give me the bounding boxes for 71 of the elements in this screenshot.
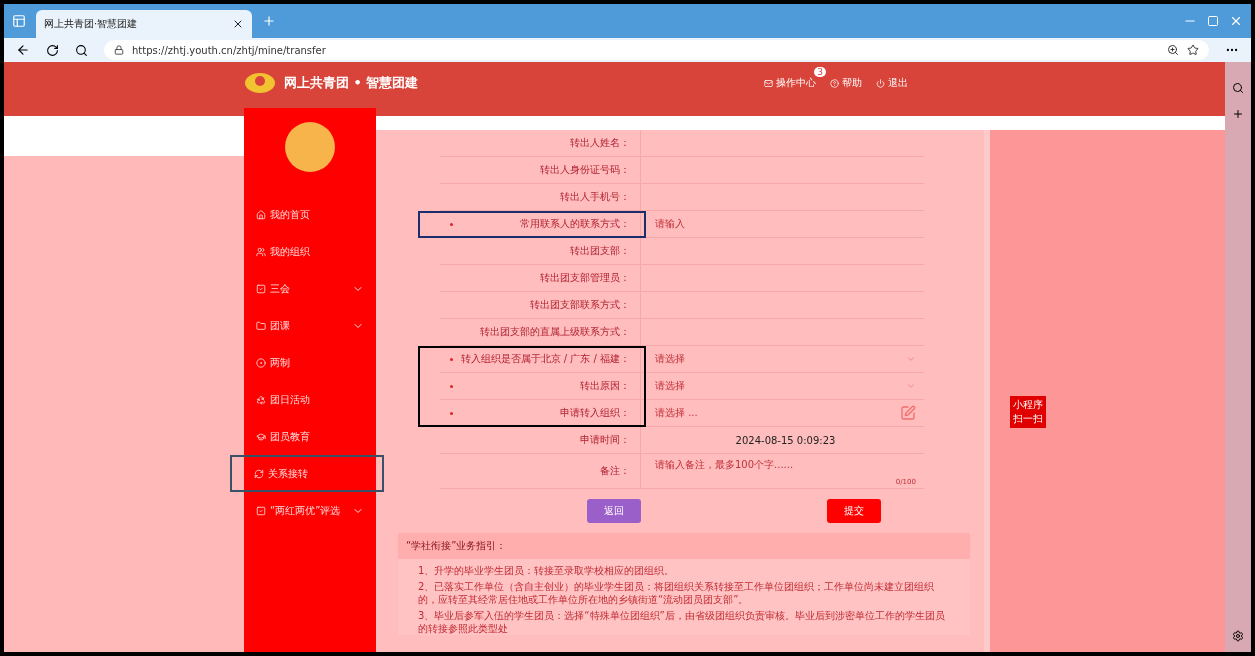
zoom-icon[interactable] (1167, 44, 1179, 56)
target-icon (256, 357, 266, 368)
textarea-field[interactable]: 请输入备注，最多100个字...... (655, 458, 916, 472)
check-icon (256, 505, 266, 516)
guide-item: 1、升学的毕业学生团员：转接至录取学校相应的团组织。 (418, 564, 676, 577)
sidebar-item[interactable]: 我的组织 (244, 233, 376, 270)
chevron-down-icon (906, 381, 916, 391)
guide-title: “学社衔接”业务指引： (398, 533, 970, 559)
field-label: 转入组织是否属于北京 / 广东 / 福建： (459, 352, 630, 366)
close-window-icon[interactable] (1229, 14, 1243, 28)
sidebar-item[interactable]: 团日活动 (244, 381, 376, 418)
field-label: 转出团支部的直属上级联系方式： (479, 325, 630, 339)
site-logo-text: 网上共青团 • 智慧团建 (284, 74, 419, 92)
field-label: 常用联系人的联系方式： (519, 217, 630, 231)
help-icon (830, 78, 839, 88)
exit-icon (876, 78, 885, 88)
close-icon[interactable] (232, 18, 244, 30)
field-label: 转出团支部： (569, 244, 630, 258)
header-link[interactable]: 操作中心 (764, 76, 816, 90)
reload-icon[interactable] (46, 43, 59, 57)
mail-icon (764, 78, 773, 88)
sidebar-item[interactable]: “两红两优”评选 (244, 492, 376, 529)
count-badge: 3 (814, 67, 826, 77)
sidebar-item[interactable]: 团员教育 (244, 418, 376, 455)
submit-button[interactable]: 提交 (827, 499, 881, 523)
maximize-icon[interactable] (1207, 15, 1219, 27)
field-label: 申请转入组织： (559, 406, 630, 420)
mini-program-badge[interactable]: 小程序 扫一扫 (1010, 396, 1046, 428)
home-icon (256, 209, 266, 220)
add-icon[interactable] (1232, 108, 1244, 120)
avatar-circle (285, 122, 335, 172)
field-label: 转出团支部管理员： (539, 271, 630, 285)
field-label: 备注： (599, 464, 630, 478)
back-button[interactable]: 返回 (587, 499, 641, 523)
header-link[interactable]: 退出 (876, 76, 908, 90)
browser-tab[interactable]: 网上共青团·智慧团建 (36, 10, 252, 38)
settings-icon[interactable] (1232, 630, 1244, 642)
sidebar-item[interactable]: 关系接转 (230, 455, 384, 492)
search-icon[interactable] (1232, 82, 1244, 94)
tab-actions-icon[interactable] (12, 14, 26, 28)
field-label: 转出原因： (579, 379, 630, 393)
star-icon[interactable] (1187, 44, 1199, 56)
emblem-icon (244, 72, 276, 94)
search-icon[interactable] (75, 43, 88, 57)
users-icon (256, 246, 266, 257)
sidebar-item[interactable]: 团课 (244, 307, 376, 344)
folder-icon (256, 320, 266, 331)
guide-item: 2、已落实工作单位（含自主创业）的毕业学生团员：将团组织关系转接至工作单位团组织；工作单位尚未建立团组织的，应转至其经常居住地或工作单位所在地的乡镇街道“流动团员团支部”。 (418, 580, 936, 606)
recycle-icon (256, 394, 266, 405)
refresh-icon (254, 468, 264, 479)
input-field[interactable]: 请输入 (655, 217, 916, 231)
select-field[interactable]: 请选择 (655, 352, 906, 366)
select-field[interactable]: 请选择 (655, 379, 906, 393)
picker-field[interactable]: 请选择 ... (655, 406, 900, 420)
check-icon (256, 283, 266, 294)
field-label: 转出人身份证号码： (539, 163, 630, 177)
field-label: 转出人姓名： (569, 136, 630, 150)
field-label: 转出人手机号： (559, 190, 630, 204)
field-label: 转出团支部联系方式： (529, 298, 630, 312)
cap-icon (256, 431, 266, 442)
guide-item: 3、毕业后参军入伍的学生团员：选择“特殊单位团组织”后，由省级团组织负责审核。毕业后到涉密单位工作的学生团员的转接参照此类型处 (418, 609, 946, 635)
address-bar[interactable]: https://zhtj.youth.cn/zhtj/mine/transfer (104, 40, 1209, 60)
field-label: 申请时间： (579, 433, 630, 447)
header-link[interactable]: 帮助 (830, 76, 862, 90)
back-icon[interactable] (16, 43, 30, 57)
sidebar-item[interactable]: 三会 (244, 270, 376, 307)
field-value: 2024-08-15 0:09:23 (734, 434, 837, 446)
sidebar-item[interactable]: 我的首页 (244, 196, 376, 233)
sidebar-item[interactable]: 两制 (244, 344, 376, 381)
lock-icon (114, 45, 124, 55)
chevron-down-icon (906, 354, 916, 364)
